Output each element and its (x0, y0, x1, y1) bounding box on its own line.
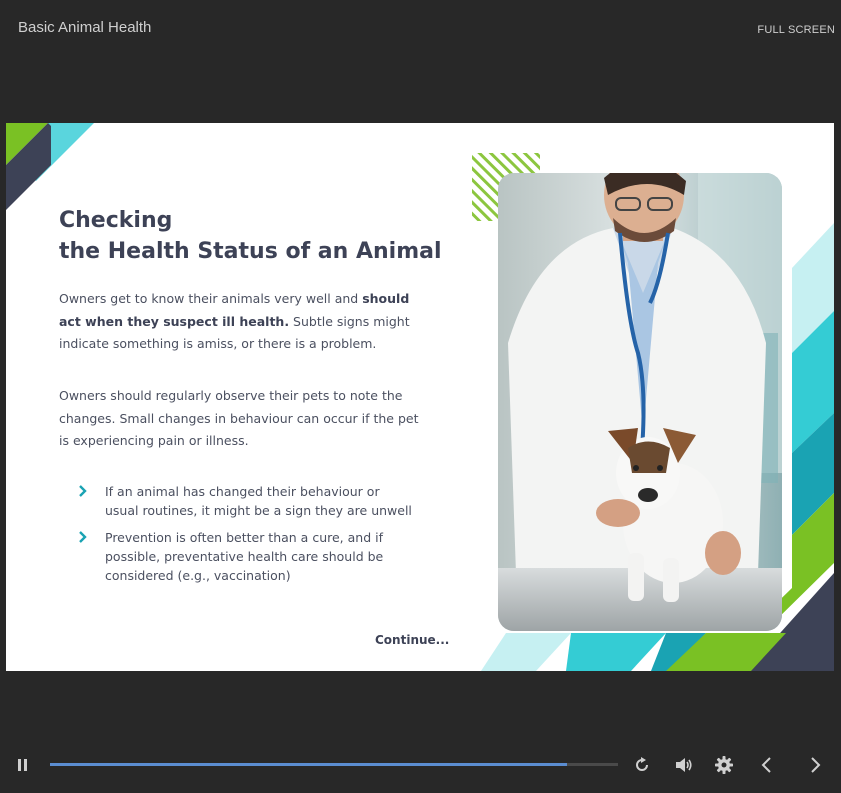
deco-bottom-light (481, 633, 571, 671)
paragraph-intro: Owners get to know their animals very we… (59, 288, 431, 356)
volume-icon[interactable] (674, 756, 694, 774)
chevron-right-icon (79, 531, 87, 543)
slide: Checking the Health Status of an Animal … (6, 123, 834, 671)
chevron-right-icon (79, 485, 87, 497)
gear-icon[interactable] (714, 755, 734, 775)
continue-button[interactable]: Continue... (375, 633, 449, 647)
slide-heading: Checking the Health Status of an Animal (59, 205, 442, 267)
paragraph-intro-text: Owners get to know their animals very we… (59, 291, 363, 306)
heading-line-1: Checking (59, 208, 173, 233)
photo-illustration (498, 173, 782, 631)
player-controls (0, 745, 841, 785)
bullet-text: Prevention is often better than a cure, … (105, 530, 384, 583)
chevron-right-icon[interactable] (808, 756, 822, 774)
fullscreen-button[interactable]: FULL SCREEN (757, 24, 835, 36)
bullet-list: If an animal has changed their behaviour… (76, 482, 416, 593)
veterinarian-with-dog-photo (498, 173, 782, 631)
replay-icon[interactable] (633, 756, 651, 774)
pause-icon[interactable] (16, 757, 30, 773)
course-title: Basic Animal Health (18, 19, 152, 36)
chevron-left-icon[interactable] (760, 756, 774, 774)
deco-bottom-cyan (566, 633, 666, 671)
progress-fill (50, 763, 567, 766)
progress-bar[interactable] (50, 763, 618, 766)
heading-line-2: the Health Status of an Animal (59, 239, 442, 264)
list-item: Prevention is often better than a cure, … (76, 528, 416, 585)
bullet-text: If an animal has changed their behaviour… (105, 484, 412, 518)
paragraph-observe: Owners should regularly observe their pe… (59, 388, 419, 448)
list-item: If an animal has changed their behaviour… (76, 482, 416, 520)
